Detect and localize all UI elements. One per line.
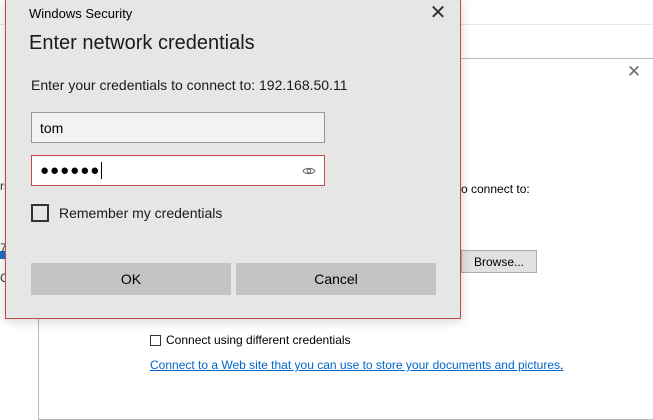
text-caret: [101, 162, 103, 179]
web-site-link[interactable]: Connect to a Web site that you can use t…: [150, 358, 560, 372]
password-field[interactable]: ●●●●●●: [31, 155, 325, 186]
different-credentials-checkbox[interactable]: [150, 334, 161, 346]
remember-credentials-checkbox[interactable]: [31, 204, 49, 222]
background-close-icon[interactable]: ✕: [624, 62, 644, 82]
dialog-title: Windows Security: [29, 6, 133, 21]
browse-button[interactable]: Browse...: [461, 250, 537, 273]
ok-button[interactable]: OK: [31, 263, 231, 295]
cancel-button[interactable]: Cancel: [236, 263, 436, 295]
different-credentials-label: Connect using different credentials: [166, 333, 351, 347]
eye-icon[interactable]: [302, 164, 316, 178]
web-site-link-row: Connect to a Web site that you can use t…: [150, 358, 563, 372]
remember-credentials-label: Remember my credentials: [59, 205, 223, 221]
web-site-link-period: .: [560, 358, 564, 372]
close-icon[interactable]: ✕: [426, 1, 450, 25]
password-masked-value: ●●●●●●: [40, 162, 101, 179]
remember-credentials-row[interactable]: Remember my credentials: [31, 204, 222, 222]
username-field[interactable]: [31, 112, 325, 143]
different-credentials-row[interactable]: Connect using different credentials: [150, 333, 351, 347]
connect-prompt: Enter your credentials to connect to: 19…: [31, 77, 348, 93]
windows-security-dialog: Windows Security ✕ Enter network credent…: [5, 0, 461, 319]
dialog-heading: Enter network credentials: [29, 32, 255, 54]
background-connect-to-text: o connect to:: [461, 182, 530, 196]
